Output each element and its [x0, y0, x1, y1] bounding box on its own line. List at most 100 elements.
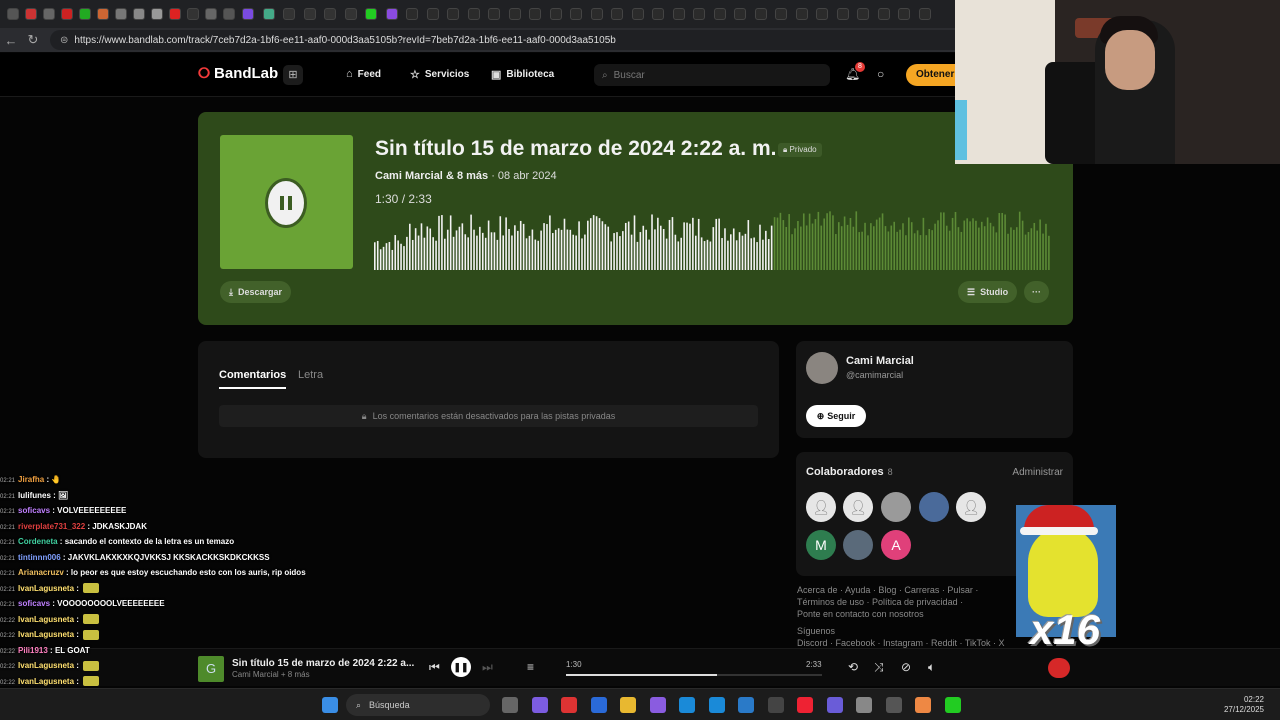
windows-start-icon[interactable]	[322, 697, 338, 713]
queue-icon[interactable]: ≡	[527, 660, 534, 674]
browser-tab[interactable]	[833, 0, 854, 28]
chat-username[interactable]: soficavs	[18, 599, 50, 608]
chat-username[interactable]: lulifunes	[18, 491, 51, 500]
collaborator-avatar[interactable]: 👤︎	[956, 492, 986, 522]
taskbar-app-icon[interactable]	[679, 697, 695, 713]
download-button[interactable]: ⤓ Descargar	[220, 281, 292, 303]
taskbar-app-icon[interactable]	[944, 697, 961, 713]
browser-tab[interactable]	[689, 0, 710, 28]
nav-biblioteca[interactable]: ▣ Biblioteca	[491, 68, 554, 81]
browser-tab[interactable]	[279, 0, 300, 28]
chat-username[interactable]: soficavs	[18, 506, 50, 515]
browser-tab[interactable]	[443, 0, 464, 28]
chat-username[interactable]: Jirafha	[18, 475, 44, 484]
browser-tab[interactable]	[184, 0, 202, 28]
taskbar-app-icon[interactable]	[826, 697, 843, 713]
taskbar-app-icon[interactable]	[738, 697, 754, 713]
messages-icon[interactable]: ○	[877, 67, 884, 81]
browser-tab[interactable]	[341, 0, 362, 28]
taskbar-app-icon[interactable]	[620, 697, 636, 713]
browser-tab[interactable]	[771, 0, 792, 28]
nav-feed[interactable]: ⌂ Feed	[346, 68, 381, 80]
taskbar-app-icon[interactable]	[915, 697, 931, 713]
browser-tab[interactable]	[505, 0, 526, 28]
browser-tab[interactable]	[76, 0, 94, 28]
browser-tab[interactable]	[40, 0, 58, 28]
taskbar-app-icon[interactable]	[531, 697, 548, 713]
chat-username[interactable]: tintinnn006	[18, 553, 61, 562]
collaborator-avatar[interactable]: 👤︎	[843, 492, 873, 522]
manage-link[interactable]: Administrar	[1012, 467, 1063, 478]
chat-username[interactable]: IvanLagusneta	[18, 661, 74, 670]
browser-tab[interactable]	[238, 0, 259, 28]
taskbar-app-icon[interactable]	[767, 697, 784, 713]
browser-tab[interactable]	[4, 0, 22, 28]
browser-tab[interactable]	[894, 0, 915, 28]
browser-tab[interactable]	[361, 0, 382, 28]
browser-tab[interactable]	[648, 0, 669, 28]
taskbar-search[interactable]: ⌕ Búsqueda	[346, 694, 490, 716]
avatar[interactable]	[806, 352, 838, 384]
follow-button[interactable]: ⊕ Seguir	[806, 405, 866, 427]
browser-tab[interactable]	[202, 0, 220, 28]
browser-tab[interactable]	[566, 0, 587, 28]
browser-tab[interactable]	[382, 0, 403, 28]
volume-icon[interactable]: 🔈︎	[928, 660, 935, 675]
browser-tab[interactable]	[130, 0, 148, 28]
browser-tab[interactable]	[792, 0, 813, 28]
browser-tab[interactable]	[525, 0, 546, 28]
collaborator-avatar[interactable]: M	[806, 530, 836, 560]
chat-username[interactable]: Cordeneta	[18, 537, 58, 546]
browser-tab[interactable]	[812, 0, 833, 28]
chat-username[interactable]: IvanLagusneta	[18, 630, 74, 639]
reload-icon[interactable]: ↻	[22, 32, 44, 48]
browser-tab[interactable]	[587, 0, 608, 28]
progress-bar[interactable]	[566, 674, 822, 676]
browser-tab[interactable]	[874, 0, 895, 28]
browser-tab[interactable]	[915, 0, 936, 28]
browser-tab[interactable]	[710, 0, 731, 28]
previous-icon[interactable]: ⏮︎	[429, 660, 440, 675]
collaborator-avatar[interactable]	[843, 530, 873, 560]
studio-button[interactable]: ☰ Studio	[958, 281, 1018, 303]
more-artists-link[interactable]: & 8 más	[446, 170, 488, 182]
chat-username[interactable]: Pili1913	[18, 646, 48, 655]
taskbar-app-icon[interactable]	[797, 697, 813, 713]
browser-tab[interactable]	[853, 0, 874, 28]
collaborator-avatar[interactable]	[919, 492, 949, 522]
chat-username[interactable]: IvanLagusneta	[18, 615, 74, 624]
browser-tab[interactable]	[112, 0, 130, 28]
browser-tab[interactable]	[730, 0, 751, 28]
browser-tab[interactable]	[484, 0, 505, 28]
taskbar-app-icon[interactable]	[590, 697, 607, 713]
repeat-icon[interactable]: ⟲	[848, 660, 858, 674]
mute-icon[interactable]: ⊘	[901, 660, 911, 674]
browser-tab[interactable]	[259, 0, 280, 28]
pause-button[interactable]	[265, 178, 307, 228]
taskbar-app-icon[interactable]	[561, 697, 577, 713]
nav-servicios[interactable]: ☆ Servicios	[410, 68, 469, 81]
waveform[interactable]	[374, 208, 1051, 270]
browser-tab[interactable]	[751, 0, 772, 28]
apps-grid-icon[interactable]: ⊞	[283, 65, 303, 85]
browser-tab[interactable]	[628, 0, 649, 28]
browser-tab[interactable]	[320, 0, 341, 28]
chat-username[interactable]: Arianacruzv	[18, 568, 64, 577]
taskbar-clock[interactable]: 02:22 27/12/2025	[1224, 695, 1264, 715]
tab-comments[interactable]: Comentarios	[219, 369, 287, 389]
taskbar-app-icon[interactable]	[856, 697, 872, 713]
browser-tab[interactable]	[669, 0, 690, 28]
owner-name[interactable]: Cami Marcial	[846, 355, 914, 367]
browser-tab[interactable]	[220, 0, 238, 28]
back-icon[interactable]: ←	[0, 33, 22, 48]
browser-tab[interactable]	[464, 0, 485, 28]
floating-red-button[interactable]	[1048, 658, 1070, 678]
chat-username[interactable]: IvanLagusneta	[18, 677, 74, 686]
browser-tab[interactable]	[22, 0, 40, 28]
taskbar-app-icon[interactable]	[502, 697, 518, 713]
browser-tab[interactable]	[148, 0, 166, 28]
browser-tab[interactable]	[94, 0, 112, 28]
next-icon[interactable]: ⏭︎	[482, 660, 493, 675]
taskbar-app-icon[interactable]	[649, 697, 666, 713]
chat-username[interactable]: IvanLagusneta	[18, 584, 74, 593]
